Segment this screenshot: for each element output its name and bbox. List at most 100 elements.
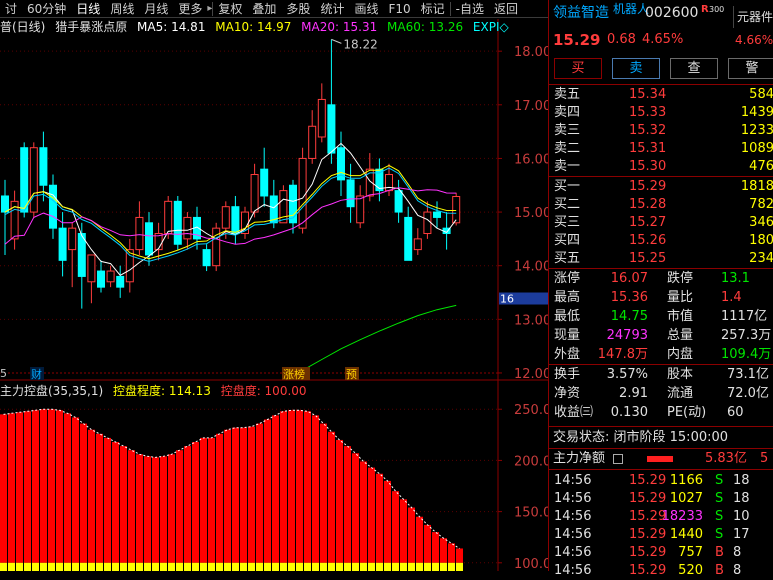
candle-body[interactable] xyxy=(317,98,326,138)
control-indicator-chart[interactable]: 250.0 200.0 150.0 100.0 xyxy=(0,381,548,571)
stat-row[interactable]: 外盘 147.8万 内盘 109.4万 xyxy=(549,346,773,364)
candle-body[interactable] xyxy=(29,147,38,213)
toolbar-item-4[interactable]: 月线 xyxy=(139,0,173,18)
r-badge: R xyxy=(701,4,709,15)
toolbar-item-5[interactable]: 更多 xyxy=(173,0,207,18)
control-bar xyxy=(176,450,183,563)
toolbar-item-6[interactable]: 复权 xyxy=(213,0,247,18)
candle-body[interactable] xyxy=(413,238,422,251)
sell-button[interactable]: 卖 xyxy=(612,58,660,79)
formula-name[interactable]: 猎手暴涨点原 xyxy=(55,20,127,34)
stat-row[interactable]: 现量 24793 总量 257.3万 xyxy=(549,327,773,345)
tick-row[interactable]: 14:56 15.29 520 B 8 xyxy=(549,562,773,580)
query-button[interactable]: 查 xyxy=(670,58,718,79)
candle-body[interactable] xyxy=(289,184,297,224)
expma-value[interactable]: EXPI◇ xyxy=(473,20,509,34)
indicator-header: 普(日线) 猎手暴涨点原 MA5: 14.81 MA10: 14.97 MA20… xyxy=(0,19,509,36)
candle-body[interactable] xyxy=(433,211,441,218)
alert-button[interactable]: 警 xyxy=(728,58,773,79)
bid-volume: 346 xyxy=(749,215,773,230)
candle-body[interactable] xyxy=(308,125,317,159)
candle-body[interactable] xyxy=(106,270,115,283)
candle-body[interactable] xyxy=(183,216,192,240)
toolbar-item-8[interactable]: 多股 xyxy=(281,0,315,18)
ask-row[interactable]: 卖四 15.33 1439 xyxy=(549,104,773,122)
tick-row[interactable]: 14:56 15.29 1027 S 18 xyxy=(549,490,773,508)
control-bar-base xyxy=(384,562,391,571)
stat-row[interactable]: 最低 14.75 市值 1117亿 xyxy=(549,308,773,326)
toolbar-item-1[interactable]: 60分钟 xyxy=(22,0,71,18)
control-bar xyxy=(376,473,383,563)
toolbar-item-9[interactable]: 统计 xyxy=(315,0,349,18)
candle-body[interactable] xyxy=(298,157,307,229)
candle-body[interactable] xyxy=(39,147,48,186)
candle-body[interactable] xyxy=(87,254,96,283)
toolbar-item-14[interactable]: 返回 xyxy=(489,0,523,18)
candle-body[interactable] xyxy=(423,211,432,235)
candle-body[interactable] xyxy=(116,275,125,288)
candle-body[interactable] xyxy=(20,147,29,213)
stock-name[interactable]: 领益智造 xyxy=(553,2,609,24)
candle-body[interactable] xyxy=(97,270,105,288)
stat-row[interactable]: 净资 2.91 流通 72.0亿 xyxy=(549,385,773,403)
sub-indicator-title[interactable]: 主力控盘(35,35,1) xyxy=(0,384,103,398)
toolbar-item-7[interactable]: 叠加 xyxy=(247,0,281,18)
candle-body[interactable] xyxy=(173,200,182,245)
candle-body[interactable] xyxy=(125,249,134,283)
kline-chart[interactable]: 18.00 17.00 16.00 15.00 14.00 13.00 12.00 16 18.… xyxy=(0,19,548,381)
event-tag[interactable]: 财 xyxy=(31,367,42,381)
control-bar-base xyxy=(56,562,63,571)
bid-row[interactable]: 买五 15.25 234 xyxy=(549,250,773,268)
list-icon[interactable] xyxy=(613,454,623,464)
toolbar-item-12[interactable]: 标记 xyxy=(416,0,450,18)
event-tag[interactable]: 预 xyxy=(346,368,357,381)
bid-row[interactable]: 买一 15.29 1818 xyxy=(549,178,773,196)
toolbar-item-13[interactable]: -自选 xyxy=(451,0,489,18)
stat-row[interactable]: 最高 15.36 量比 1.4 xyxy=(549,289,773,307)
candle-body[interactable] xyxy=(49,184,57,229)
candle-body[interactable] xyxy=(452,196,461,224)
buy-button[interactable]: 买 xyxy=(554,58,602,79)
stat-row[interactable]: 收益㈢ 0.130 PE(动) 60 xyxy=(549,404,773,422)
bid-row[interactable]: 买二 15.28 782 xyxy=(549,196,773,214)
toolbar-item-0[interactable]: 讨 xyxy=(0,0,22,18)
toolbar-item-3[interactable]: 周线 xyxy=(105,0,139,18)
candle-body[interactable] xyxy=(327,104,336,154)
control-bar xyxy=(328,431,335,563)
candle-body[interactable] xyxy=(145,222,153,256)
candle-body[interactable] xyxy=(221,206,230,229)
tick-row[interactable]: 14:56 15.29 757 B 8 xyxy=(549,544,773,562)
candle-body[interactable] xyxy=(1,195,9,213)
candle-body[interactable] xyxy=(202,249,211,267)
candle-body[interactable] xyxy=(394,190,403,213)
tick-row[interactable]: 14:56 15.29 18233 S 10 xyxy=(549,508,773,526)
ask-row[interactable]: 卖二 15.31 1089 xyxy=(549,140,773,158)
candle-body[interactable] xyxy=(260,168,269,197)
candle-body[interactable] xyxy=(346,179,355,208)
candle-body[interactable] xyxy=(164,200,173,235)
stat-row[interactable]: 涨停 16.07 跌停 13.1 xyxy=(549,270,773,288)
stat-row[interactable]: 换手 3.57% 股本 73.1亿 xyxy=(549,366,773,384)
toolbar-item-2[interactable]: 日线 xyxy=(71,0,105,18)
ask-volume: 1233 xyxy=(740,123,773,138)
ask-row[interactable]: 卖五 15.34 584 xyxy=(549,86,773,104)
main-net-row: 主力净额 5.83亿 5 xyxy=(549,450,773,468)
toolbar-item-11[interactable]: F10 xyxy=(383,0,415,18)
candle-body[interactable] xyxy=(385,174,393,192)
bid-row[interactable]: 买四 15.26 180 xyxy=(549,232,773,250)
candle-body[interactable] xyxy=(250,174,259,213)
event-tag[interactable]: 涨榜 xyxy=(283,367,305,381)
candle-body[interactable] xyxy=(404,216,413,261)
ask-row[interactable]: 卖三 15.32 1233 xyxy=(549,122,773,140)
candle-body[interactable] xyxy=(68,227,77,251)
candle-body[interactable] xyxy=(135,216,144,251)
candle-body[interactable] xyxy=(231,206,240,235)
ask-row[interactable]: 卖一 15.30 476 xyxy=(549,158,773,176)
bid-row[interactable]: 买三 15.27 346 xyxy=(549,214,773,232)
toolbar-item-10[interactable]: 画线 xyxy=(349,0,383,18)
candle-body[interactable] xyxy=(356,195,365,224)
tick-row[interactable]: 14:56 15.29 1166 S 18 xyxy=(549,472,773,490)
sector-name[interactable]: 元器件 xyxy=(733,6,773,28)
candle-body[interactable] xyxy=(58,227,67,261)
tick-row[interactable]: 14:56 15.29 1440 S 17 xyxy=(549,526,773,544)
